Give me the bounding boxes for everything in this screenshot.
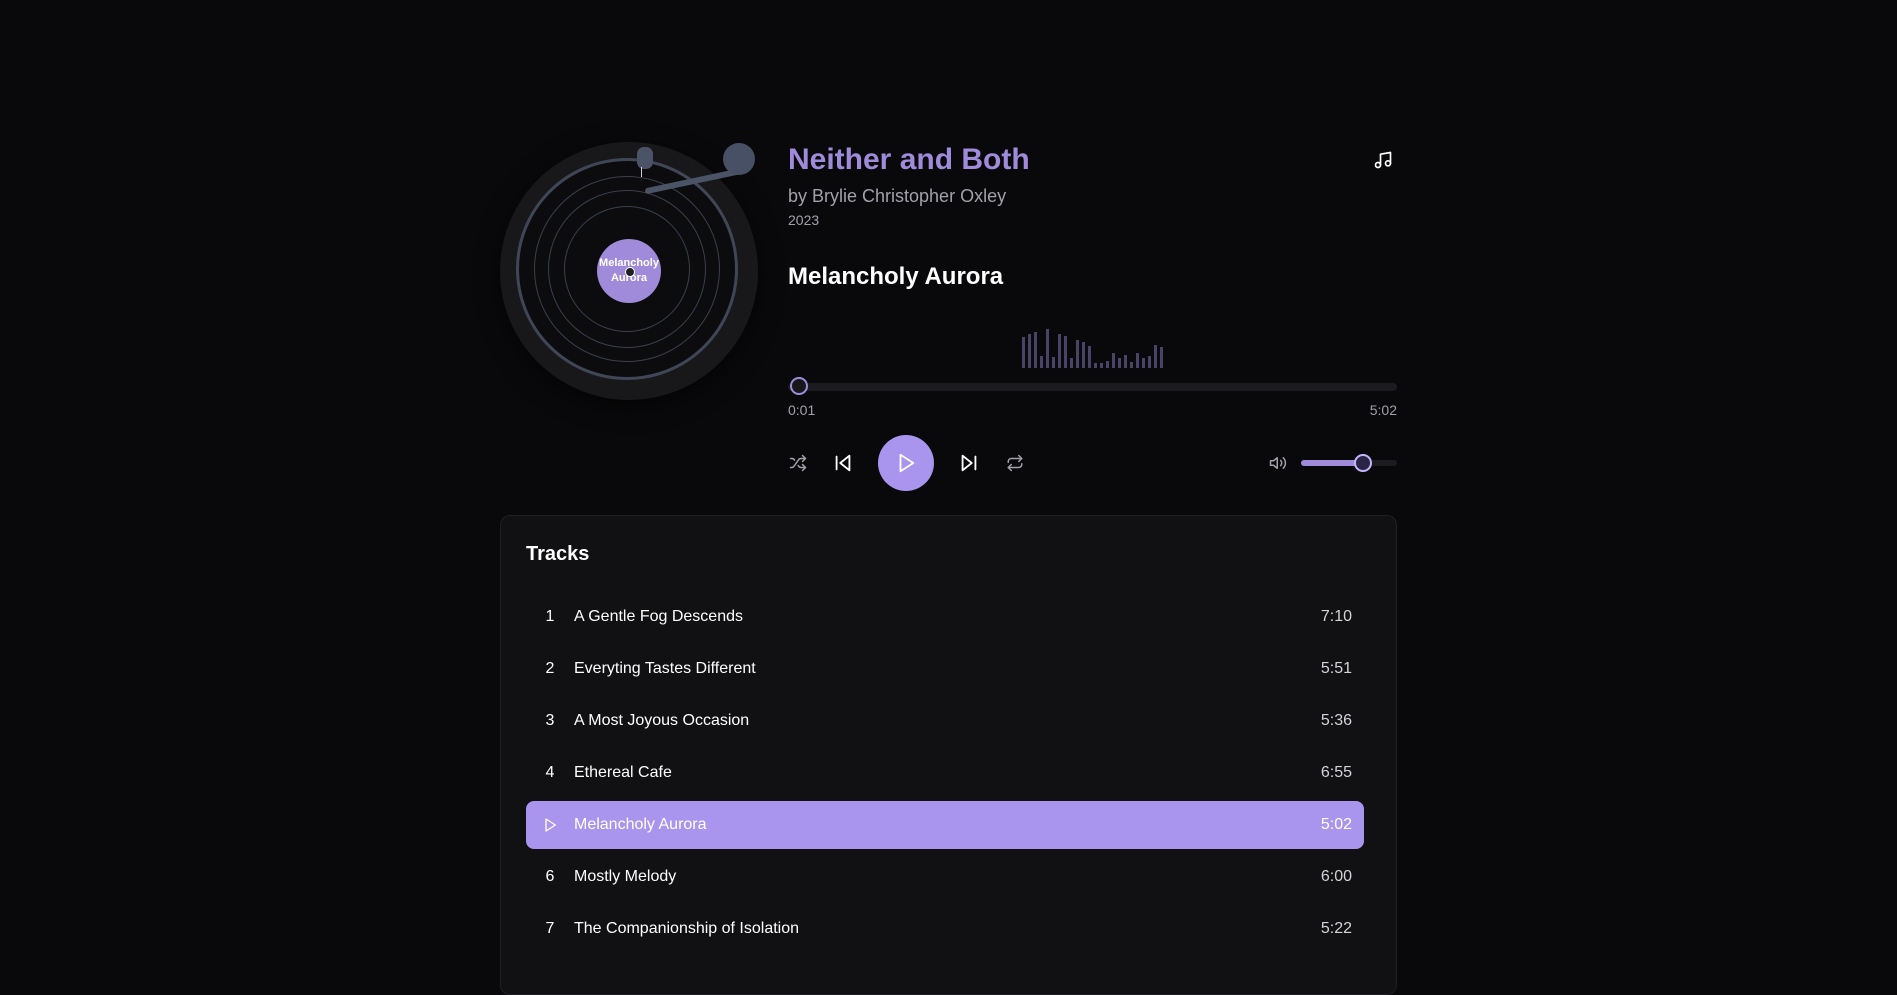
visualizer-bar — [1040, 356, 1043, 368]
track-title: Everyting Tastes Different — [574, 660, 756, 677]
visualizer-bar — [1022, 337, 1025, 368]
track-duration: 6:00 — [1320, 868, 1352, 885]
visualizer-bar — [1118, 358, 1121, 368]
track-number: 6 — [545, 868, 555, 885]
visualizer-bar — [1052, 357, 1055, 368]
track-number: 7 — [545, 920, 555, 937]
visualizer-bar — [1046, 329, 1049, 368]
album-title: Neither and Both — [788, 143, 1030, 176]
repeat-icon — [1007, 454, 1023, 472]
music-note-button[interactable] — [1369, 146, 1397, 174]
time-elapsed: 0:01 — [788, 402, 816, 418]
track-row[interactable]: 7 The Companionship of Isolation 5:22 — [526, 905, 1364, 953]
track-number: 3 — [545, 712, 555, 729]
repeat-button[interactable] — [1005, 453, 1025, 473]
volume-slider[interactable] — [1301, 460, 1397, 466]
track-row[interactable]: 2 Everyting Tastes Different 5:51 — [526, 645, 1364, 693]
visualizer-bar — [1076, 340, 1079, 368]
play-icon — [545, 818, 556, 832]
progress-thumb[interactable] — [789, 377, 808, 395]
next-button[interactable] — [958, 452, 980, 474]
turntable: Melancholy Aurora — [500, 140, 760, 400]
visualizer-bar — [1094, 363, 1097, 368]
track-row[interactable]: 4 Ethereal Cafe 6:55 — [526, 749, 1364, 797]
tracks-heading: Tracks — [526, 543, 590, 565]
track-duration: 7:10 — [1320, 608, 1352, 625]
track-title: A Gentle Fog Descends — [574, 608, 743, 625]
volume-icon — [1269, 457, 1287, 469]
track-number: 1 — [545, 608, 555, 625]
track-number: 2 — [545, 660, 555, 677]
volume-button[interactable] — [1268, 453, 1288, 473]
visualizer-bar — [1160, 347, 1163, 368]
track-title: The Companionship of Isolation — [574, 920, 800, 937]
visualizer-bar — [1070, 358, 1073, 368]
audio-visualizer — [1022, 318, 1172, 368]
track-row[interactable]: 1 A Gentle Fog Descends 7:10 — [526, 593, 1364, 641]
visualizer-bar — [1112, 353, 1115, 368]
shuffle-icon — [789, 454, 807, 472]
progress-bar[interactable] — [788, 383, 1397, 391]
track-title: Mostly Melody — [574, 868, 677, 885]
visualizer-bar — [1148, 356, 1151, 368]
visualizer-bar — [1142, 358, 1145, 368]
visualizer-bar — [1100, 363, 1103, 368]
track-title: Ethereal Cafe — [574, 764, 672, 781]
track-row[interactable]: 6 Mostly Melody 6:00 — [526, 853, 1364, 901]
tonearm-headshell — [637, 147, 653, 169]
track-row[interactable]: 3 A Most Joyous Occasion 5:36 — [526, 697, 1364, 745]
visualizer-bar — [1136, 353, 1139, 368]
track-title: Melancholy Aurora — [574, 816, 707, 833]
visualizer-bar — [1154, 345, 1157, 368]
album-year: 2023 — [788, 212, 820, 228]
album-artist: by Brylie Christopher Oxley — [788, 186, 1007, 206]
visualizer-bar — [1064, 336, 1067, 368]
play-button[interactable] — [878, 435, 934, 491]
record-spindle — [625, 267, 635, 277]
track-duration: 5:36 — [1320, 712, 1352, 729]
visualizer-bar — [1028, 334, 1031, 368]
track-title: A Most Joyous Occasion — [574, 712, 750, 729]
time-total: 5:02 — [1369, 402, 1397, 418]
track-list: 1 A Gentle Fog Descends 7:10 2 Everyting… — [526, 593, 1364, 957]
visualizer-bar — [1082, 342, 1085, 368]
shuffle-button[interactable] — [788, 453, 808, 473]
visualizer-bar — [1034, 332, 1037, 368]
tonearm-pivot — [723, 143, 755, 175]
track-duration: 5:02 — [1320, 816, 1352, 833]
visualizer-bar — [1058, 334, 1061, 368]
skip-back-icon — [835, 454, 851, 472]
track-duration: 5:51 — [1320, 660, 1352, 677]
track-duration: 6:55 — [1320, 764, 1352, 781]
play-icon — [899, 453, 915, 473]
track-row-active[interactable]: Melancholy Aurora 5:02 — [526, 801, 1364, 849]
tonearm-stylus — [641, 167, 642, 177]
track-number: 4 — [545, 764, 555, 781]
visualizer-bar — [1088, 346, 1091, 368]
visualizer-bar — [1130, 362, 1133, 368]
music-note-icon — [1374, 151, 1392, 169]
previous-button[interactable] — [832, 452, 854, 474]
volume-thumb[interactable] — [1354, 454, 1373, 472]
tracks-panel: Tracks 1 A Gentle Fog Descends 7:10 2 Ev… — [500, 515, 1397, 995]
skip-forward-icon — [961, 454, 977, 472]
track-duration: 5:22 — [1320, 920, 1352, 937]
visualizer-bar — [1124, 355, 1127, 368]
visualizer-bar — [1106, 361, 1109, 368]
now-playing-title: Melancholy Aurora — [788, 263, 1004, 290]
